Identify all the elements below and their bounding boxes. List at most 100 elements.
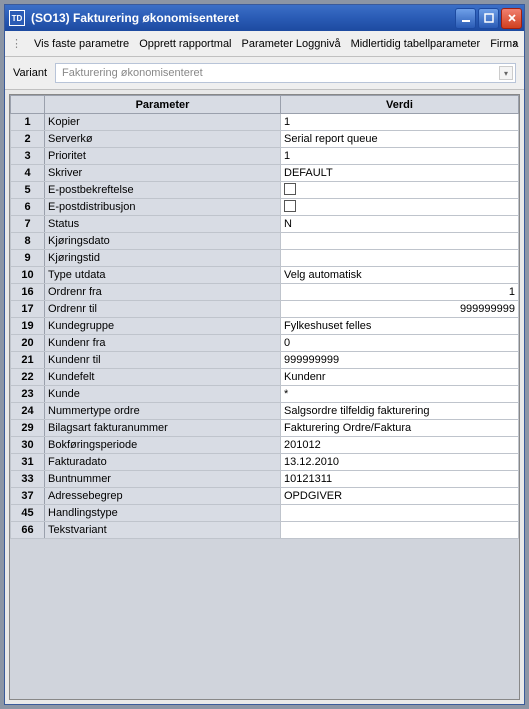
row-id[interactable]: 45	[11, 505, 45, 522]
row-id[interactable]: 5	[11, 182, 45, 199]
row-parameter: Ordrenr fra	[45, 284, 281, 301]
table-row: 66Tekstvariant	[11, 522, 519, 539]
parameter-table: Parameter Verdi 1Kopier12ServerkøSerial …	[10, 95, 519, 539]
row-value[interactable]: 1	[281, 284, 519, 301]
menu-overflow-icon[interactable]: »	[512, 38, 518, 49]
row-value[interactable]: Salgsordre tilfeldig fakturering	[281, 403, 519, 420]
row-id[interactable]: 37	[11, 488, 45, 505]
menu-opprett-rapportmal[interactable]: Opprett rapportmal	[139, 38, 231, 50]
row-value[interactable]: 0	[281, 335, 519, 352]
row-id[interactable]: 9	[11, 250, 45, 267]
row-parameter: E-postbekreftelse	[45, 182, 281, 199]
header-parameter[interactable]: Parameter	[45, 96, 281, 114]
row-value[interactable]	[281, 505, 519, 522]
table-row: 10Type utdataVelg automatisk	[11, 267, 519, 284]
row-value[interactable]: 999999999	[281, 352, 519, 369]
row-parameter: Bilagsart fakturanummer	[45, 420, 281, 437]
row-value[interactable]	[281, 199, 519, 216]
checkbox-icon[interactable]	[284, 183, 296, 195]
table-row: 1Kopier1	[11, 114, 519, 131]
menu-midlertidig-tabellparameter[interactable]: Midlertidig tabellparameter	[351, 38, 481, 50]
row-parameter: Handlingstype	[45, 505, 281, 522]
header-id[interactable]	[11, 96, 45, 114]
row-value[interactable]: *	[281, 386, 519, 403]
row-parameter: Nummertype ordre	[45, 403, 281, 420]
row-value[interactable]	[281, 233, 519, 250]
row-parameter: Kundefelt	[45, 369, 281, 386]
row-id[interactable]: 16	[11, 284, 45, 301]
parameter-grid: Parameter Verdi 1Kopier12ServerkøSerial …	[9, 94, 520, 700]
row-value[interactable]: 13.12.2010	[281, 454, 519, 471]
row-id[interactable]: 29	[11, 420, 45, 437]
row-value[interactable]: Fylkeshuset felles	[281, 318, 519, 335]
table-row: 16Ordrenr fra1	[11, 284, 519, 301]
row-id[interactable]: 1	[11, 114, 45, 131]
variant-select[interactable]: Fakturering økonomisenteret ▾	[55, 63, 516, 83]
row-parameter: Prioritet	[45, 148, 281, 165]
row-value[interactable]: Fakturering Ordre/Faktura	[281, 420, 519, 437]
row-parameter: Kundenr fra	[45, 335, 281, 352]
table-row: 22KundefeltKundenr	[11, 369, 519, 386]
table-row: 4SkriverDEFAULT	[11, 165, 519, 182]
row-value[interactable]: Kundenr	[281, 369, 519, 386]
row-id[interactable]: 3	[11, 148, 45, 165]
row-id[interactable]: 21	[11, 352, 45, 369]
row-id[interactable]: 2	[11, 131, 45, 148]
row-id[interactable]: 19	[11, 318, 45, 335]
grid-empty-area	[10, 539, 519, 699]
row-value[interactable]: 1	[281, 148, 519, 165]
table-row: 2ServerkøSerial report queue	[11, 131, 519, 148]
menu-vis-faste-parametre[interactable]: Vis faste parametre	[34, 38, 129, 50]
row-id[interactable]: 20	[11, 335, 45, 352]
row-value[interactable]: DEFAULT	[281, 165, 519, 182]
table-row: 37AdressebegrepOPDGIVER	[11, 488, 519, 505]
row-id[interactable]: 8	[11, 233, 45, 250]
row-parameter: Bokføringsperiode	[45, 437, 281, 454]
row-id[interactable]: 6	[11, 199, 45, 216]
row-value[interactable]: Serial report queue	[281, 131, 519, 148]
row-parameter: Buntnummer	[45, 471, 281, 488]
checkbox-icon[interactable]	[284, 200, 296, 212]
row-value[interactable]	[281, 250, 519, 267]
row-parameter: Kjøringsdato	[45, 233, 281, 250]
table-row: 5E-postbekreftelse	[11, 182, 519, 199]
row-id[interactable]: 4	[11, 165, 45, 182]
row-id[interactable]: 17	[11, 301, 45, 318]
row-id[interactable]: 7	[11, 216, 45, 233]
menu-parameter-loggniva[interactable]: Parameter Loggnivå	[242, 38, 341, 50]
variant-value: Fakturering økonomisenteret	[62, 67, 203, 79]
row-value[interactable]: N	[281, 216, 519, 233]
row-id[interactable]: 22	[11, 369, 45, 386]
table-row: 19KundegruppeFylkeshuset felles	[11, 318, 519, 335]
row-value[interactable]: 1	[281, 114, 519, 131]
row-value[interactable]	[281, 182, 519, 199]
row-value[interactable]: Velg automatisk	[281, 267, 519, 284]
header-verdi[interactable]: Verdi	[281, 96, 519, 114]
row-parameter: Skriver	[45, 165, 281, 182]
row-value[interactable]	[281, 522, 519, 539]
row-id[interactable]: 66	[11, 522, 45, 539]
variant-label: Variant	[13, 67, 47, 79]
close-button[interactable]	[501, 8, 522, 29]
minimize-button[interactable]	[455, 8, 476, 29]
row-id[interactable]: 33	[11, 471, 45, 488]
table-row: 9Kjøringstid	[11, 250, 519, 267]
table-row: 8Kjøringsdato	[11, 233, 519, 250]
row-parameter: Ordrenr til	[45, 301, 281, 318]
row-parameter: Kopier	[45, 114, 281, 131]
row-id[interactable]: 10	[11, 267, 45, 284]
menubar: ⋮ Vis faste parametre Opprett rapportmal…	[5, 31, 524, 57]
maximize-button[interactable]	[478, 8, 499, 29]
row-id[interactable]: 31	[11, 454, 45, 471]
table-row: 33Buntnummer10121311	[11, 471, 519, 488]
row-value[interactable]: OPDGIVER	[281, 488, 519, 505]
row-value[interactable]: 999999999	[281, 301, 519, 318]
row-id[interactable]: 24	[11, 403, 45, 420]
titlebar: TD (SO13) Fakturering økonomisenteret	[5, 5, 524, 31]
row-id[interactable]: 23	[11, 386, 45, 403]
row-parameter: Kunde	[45, 386, 281, 403]
app-window: TD (SO13) Fakturering økonomisenteret ⋮ …	[4, 4, 525, 705]
row-value[interactable]: 10121311	[281, 471, 519, 488]
row-id[interactable]: 30	[11, 437, 45, 454]
row-value[interactable]: 201012	[281, 437, 519, 454]
